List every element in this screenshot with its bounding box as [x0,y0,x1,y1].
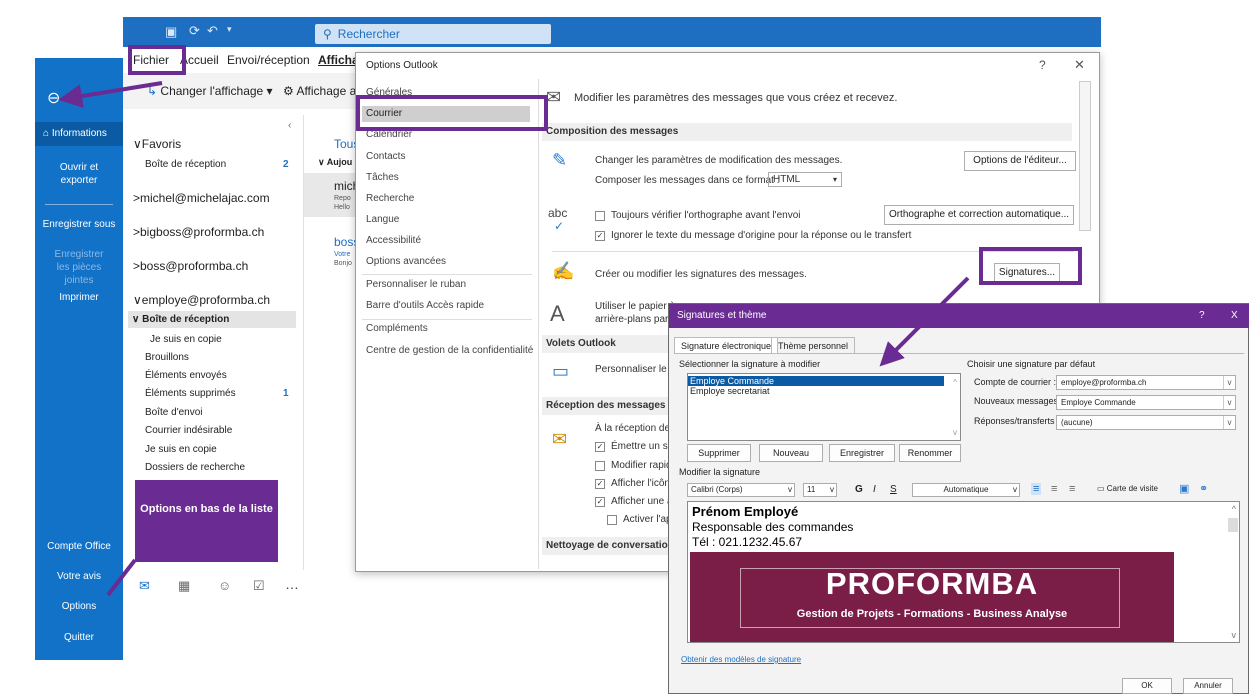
arrow-signatures [879,276,970,367]
arrow-fichier [58,81,163,108]
arrow-options [106,558,137,597]
arrows-overlay [58,81,970,597]
